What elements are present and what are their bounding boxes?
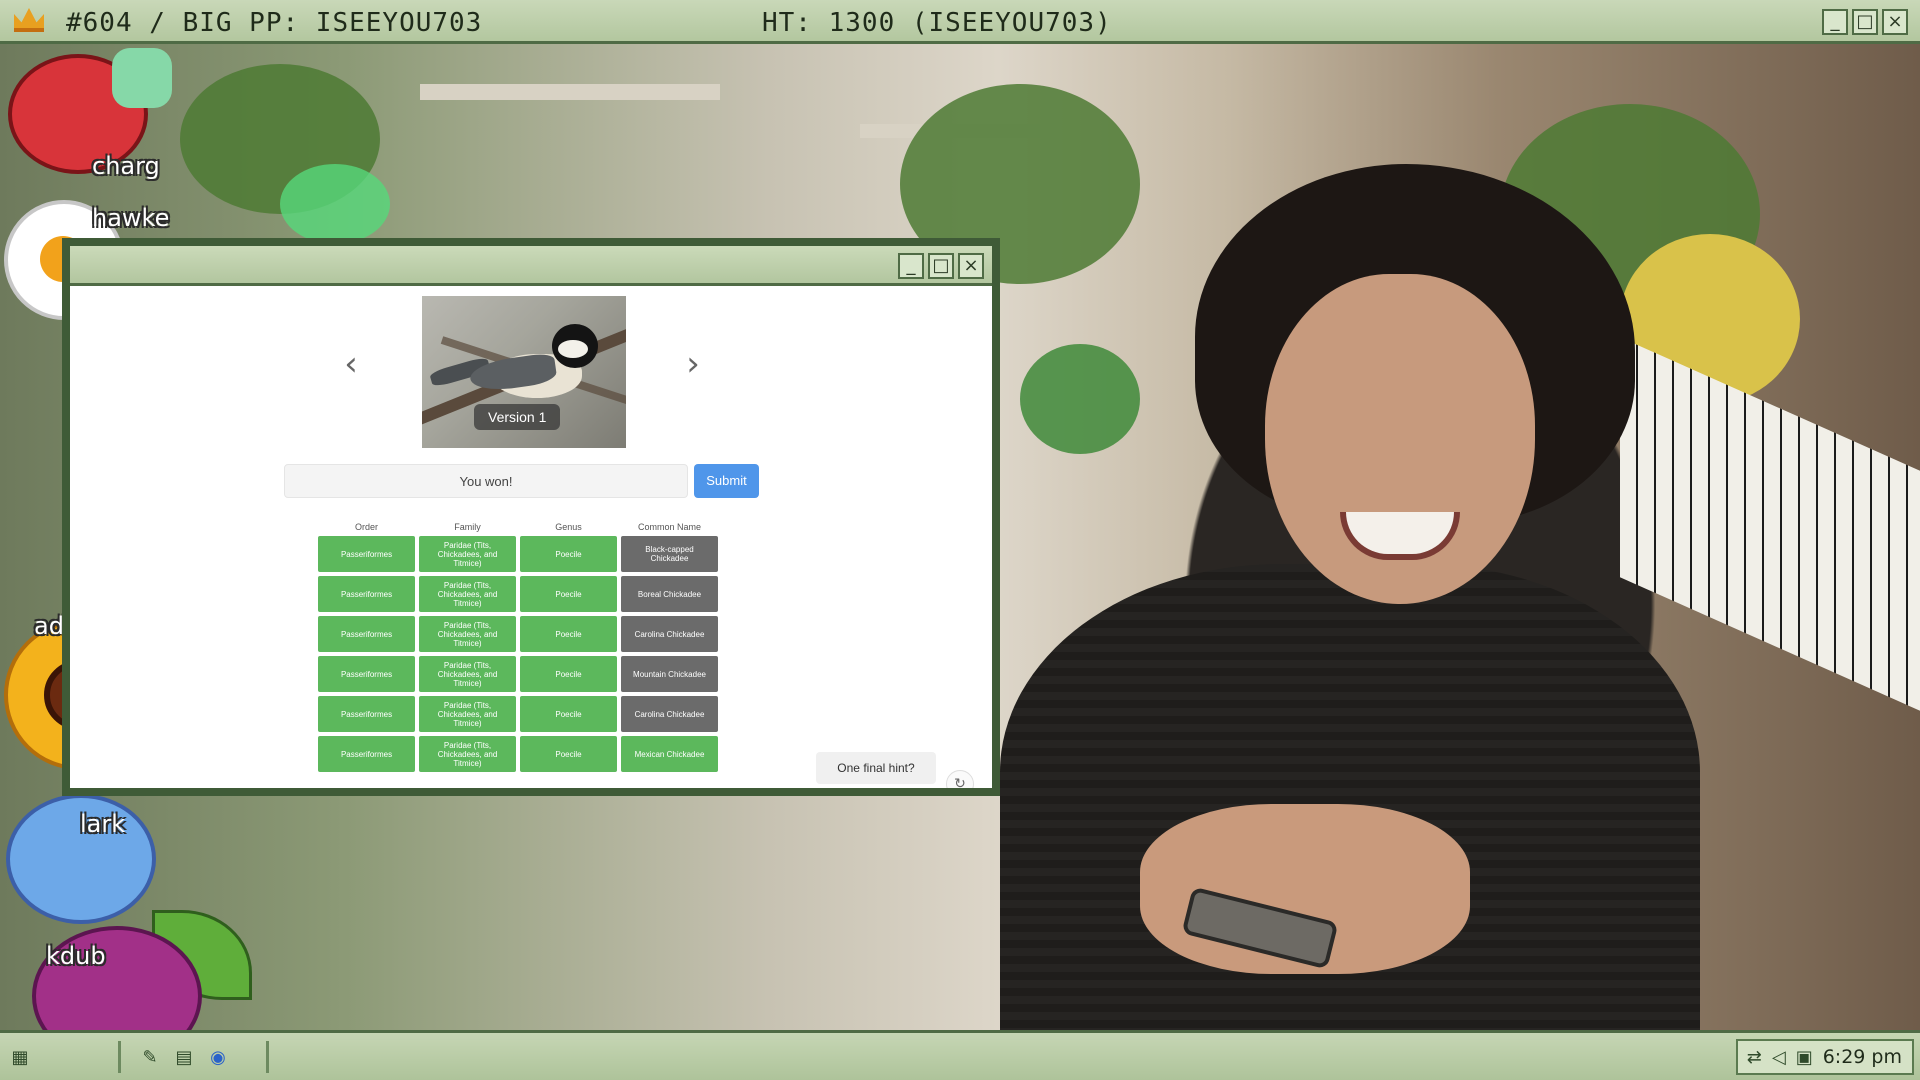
cell-genus: Poecile (520, 576, 617, 612)
bird-game-window: _ □ × ‹ Version 1 › You won! Submit Orde… (62, 238, 1000, 796)
cell-order: Passeriformes (318, 536, 415, 572)
header-genus: Genus (555, 522, 582, 532)
stream-top-bar: #604 / BIG PP: ISEEYOU703 HT: 1300 (ISEE… (0, 0, 1920, 44)
cell-family: Paridae (Tits, Chickadees, and Titmice) (419, 536, 516, 572)
green-lamp (280, 164, 390, 244)
header-common-name: Common Name (637, 522, 702, 532)
app-content: ‹ Version 1 › You won! Submit Order Fami… (70, 286, 992, 788)
system-tray: ⇄ ◁ ▣ 6:29 pm (1736, 1039, 1914, 1075)
cell-family: Paridae (Tits, Chickadees, and Titmice) (419, 656, 516, 692)
shelf (420, 84, 720, 100)
folder-icon[interactable]: ▤ (172, 1045, 196, 1069)
piano (1620, 337, 1920, 711)
cell-genus: Poecile (520, 696, 617, 732)
maximize-icon[interactable]: □ (1852, 9, 1878, 35)
guess-results-table: Order Family Genus Common Name Passerifo… (318, 522, 718, 776)
cell-common-name: Mexican Chickadee (621, 736, 718, 772)
close-icon[interactable]: × (958, 253, 984, 279)
cell-common-name: Black-capped Chickadee (621, 536, 718, 572)
cell-family: Paridae (Tits, Chickadees, and Titmice) (419, 616, 516, 652)
table-row: Passeriformes Paridae (Tits, Chickadees, … (318, 576, 718, 612)
cell-genus: Poecile (520, 536, 617, 572)
table-row: Passeriformes Paridae (Tits, Chickadees, … (318, 656, 718, 692)
prev-image-button[interactable]: ‹ (336, 344, 366, 384)
cell-order: Passeriformes (318, 736, 415, 772)
cell-order: Passeriformes (318, 656, 415, 692)
clock[interactable]: 6:29 pm (1823, 1046, 1902, 1068)
table-row: Passeriformes Paridae (Tits, Chickadees, … (318, 736, 718, 772)
header-order: Order (354, 522, 378, 532)
cell-genus: Poecile (520, 656, 617, 692)
guess-input[interactable]: You won! (284, 464, 688, 498)
next-image-button[interactable]: › (678, 344, 708, 384)
cell-order: Passeriformes (318, 576, 415, 612)
outer-window-controls: _ □ × (1822, 9, 1908, 35)
bird-cheek (558, 340, 588, 358)
cell-genus: Poecile (520, 616, 617, 652)
crown-icon (14, 8, 44, 32)
taskbar: ▦ ✎ ▤ ◉ ⇄ ◁ ▣ 6:29 pm (0, 1030, 1920, 1080)
maximize-icon[interactable]: □ (928, 253, 954, 279)
bird-image[interactable]: Version 1 (422, 296, 626, 448)
window-controls: _ □ × (898, 253, 984, 279)
cell-common-name: Carolina Chickadee (621, 696, 718, 732)
minimize-icon[interactable]: _ (898, 253, 924, 279)
results-header: Order Family Genus Common Name (318, 522, 718, 532)
taskbar-separator (266, 1041, 269, 1073)
final-hint-button[interactable]: One final hint? (816, 752, 936, 784)
browser-icon[interactable]: ◉ (206, 1045, 230, 1069)
version-badge: Version 1 (474, 404, 561, 430)
cell-family: Paridae (Tits, Chickadees, and Titmice) (419, 696, 516, 732)
top-left-status: #604 / BIG PP: ISEEYOU703 (66, 8, 483, 38)
close-icon[interactable]: × (1882, 9, 1908, 35)
volume-icon[interactable]: ◁ (1772, 1047, 1786, 1068)
display-icon[interactable]: ▣ (1796, 1047, 1813, 1068)
morning-glory: lark (0, 780, 170, 930)
cell-order: Passeriformes (318, 616, 415, 652)
top-mid-status: HT: 1300 (ISEEYOU703) (762, 8, 1112, 38)
header-family: Family (454, 522, 481, 532)
cell-common-name: Mountain Chickadee (621, 656, 718, 692)
refresh-icon[interactable]: ↻ (946, 770, 974, 788)
viewer-name-hawke: hawke (92, 204, 170, 232)
table-row: Passeriformes Paridae (Tits, Chickadees, … (318, 536, 718, 572)
network-icon[interactable]: ⇄ (1747, 1047, 1762, 1068)
cell-order: Passeriformes (318, 696, 415, 732)
cell-common-name: Boreal Chickadee (621, 576, 718, 612)
cell-common-name: Carolina Chickadee (621, 616, 718, 652)
hibiscus-flower: charg (8, 48, 188, 188)
table-row: Passeriformes Paridae (Tits, Chickadees, … (318, 616, 718, 652)
cell-family: Paridae (Tits, Chickadees, and Titmice) (419, 736, 516, 772)
plant (1020, 344, 1140, 454)
start-icon[interactable]: ▦ (8, 1045, 32, 1069)
cell-family: Paridae (Tits, Chickadees, and Titmice) (419, 576, 516, 612)
leaf-icon (112, 48, 172, 108)
minimize-icon[interactable]: _ (1822, 9, 1848, 35)
viewer-name-lark: lark (80, 810, 126, 838)
notepad-icon[interactable]: ✎ (138, 1045, 162, 1069)
table-row: Passeriformes Paridae (Tits, Chickadees, … (318, 696, 718, 732)
viewer-name-charg: charg (92, 152, 160, 180)
window-titlebar[interactable]: _ □ × (70, 246, 992, 286)
taskbar-separator (118, 1041, 121, 1073)
viewer-name-kdub: kdub (46, 942, 106, 970)
results-rows: Passeriformes Paridae (Tits, Chickadees, … (318, 536, 718, 772)
cell-genus: Poecile (520, 736, 617, 772)
submit-button[interactable]: Submit (694, 464, 759, 498)
